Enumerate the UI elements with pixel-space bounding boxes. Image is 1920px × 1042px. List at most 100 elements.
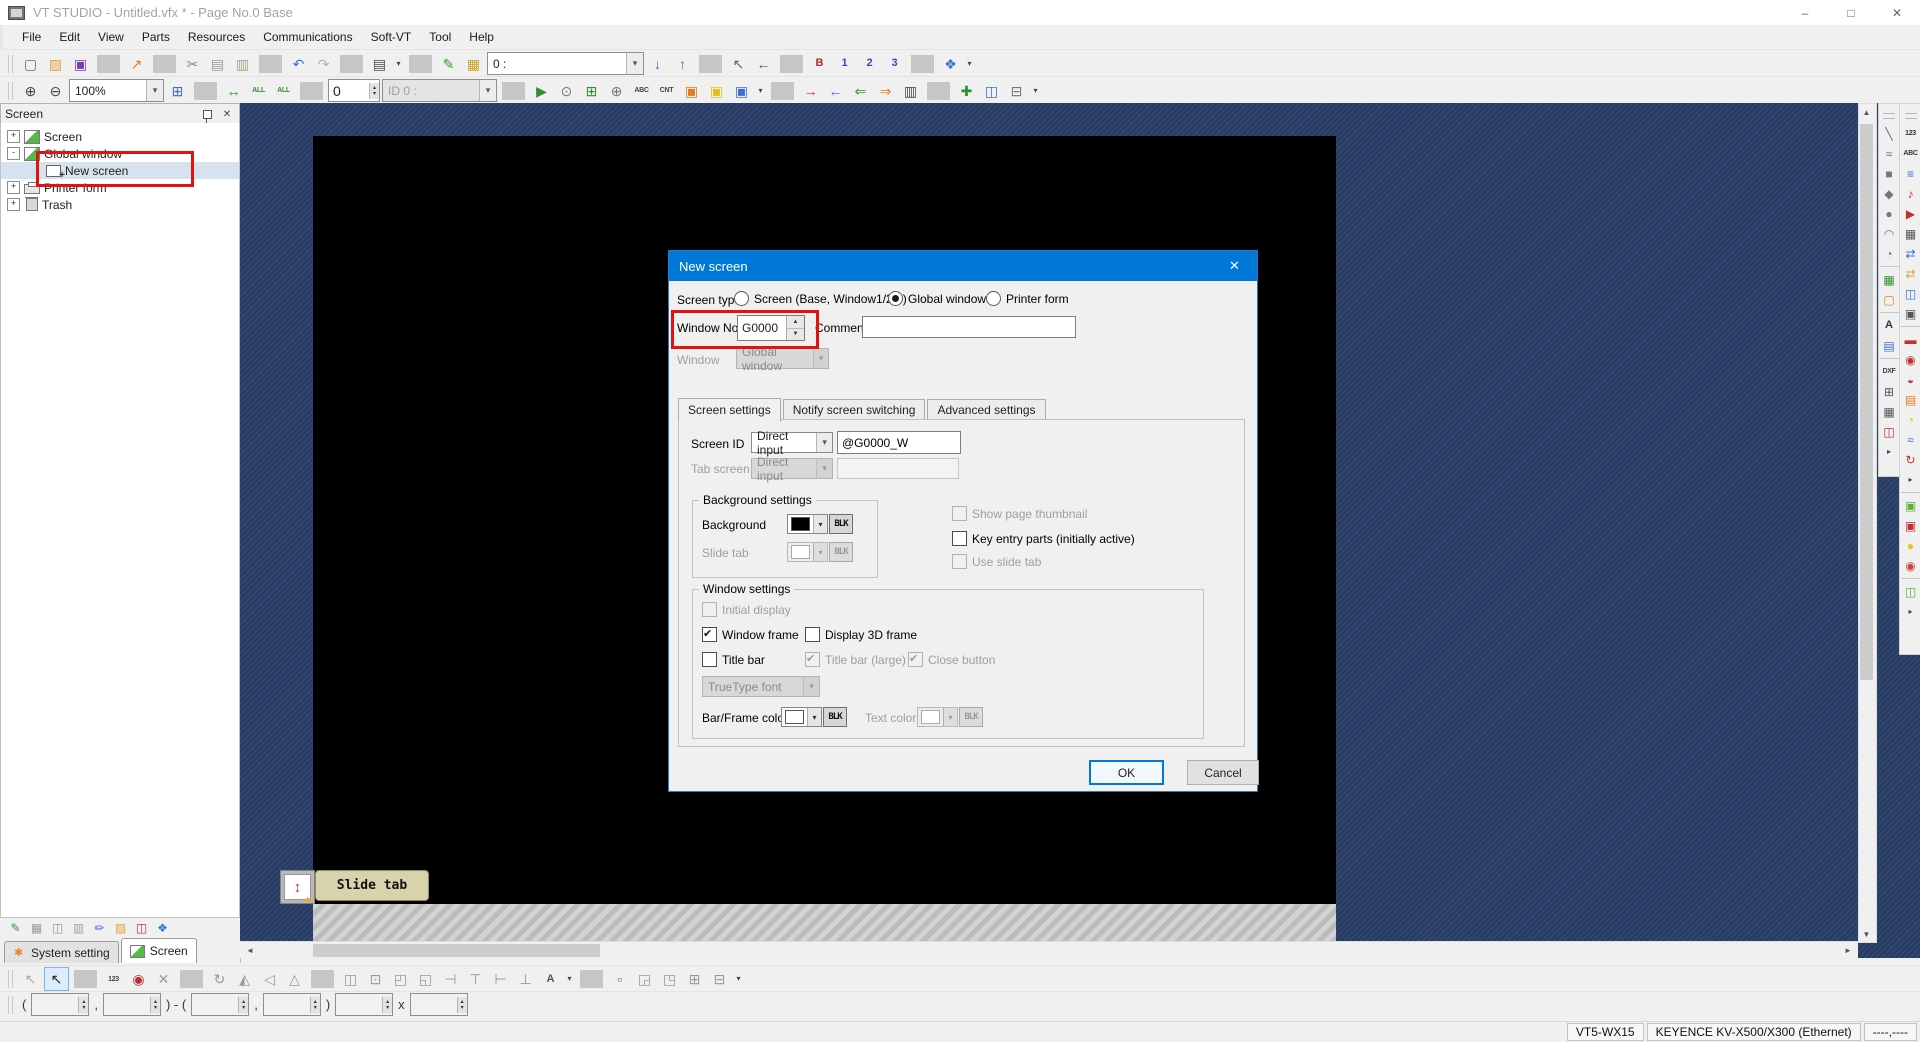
bring-to-front-icon[interactable]: ◰	[389, 968, 412, 990]
comment-display-icon[interactable]: ≡	[1901, 164, 1920, 183]
tab-screen[interactable]: Screen	[121, 938, 197, 963]
recipe-part-icon[interactable]: ⇄	[1901, 244, 1920, 263]
group-icon[interactable]: ◫	[339, 968, 362, 990]
dialog-tab-screen-settings[interactable]: Screen settings	[678, 398, 781, 422]
coord-y1-spinner[interactable]	[103, 993, 161, 1016]
expander-icon[interactable]: -	[7, 147, 20, 160]
scroll-left-icon[interactable]: ◄	[242, 943, 258, 958]
bar-frame-color-name-button[interactable]: BLK	[823, 707, 847, 727]
draw-arc-icon[interactable]: ◠	[1880, 224, 1899, 243]
device-list-icon[interactable]: ▣	[730, 80, 753, 102]
coord-y2-spinner[interactable]	[263, 993, 321, 1016]
vertical-scrollbar[interactable]: ▲ ▼	[1858, 103, 1877, 943]
parts-library-dropdown[interactable]: ▾	[964, 53, 975, 75]
vertical-scroll-thumb[interactable]	[1860, 124, 1873, 680]
dialog-tab-notify-screen-switching[interactable]: Notify screen switching	[783, 399, 926, 421]
device-id-combo[interactable]: ID 0 :	[382, 79, 497, 102]
more-draw-tools[interactable]: ▸	[1880, 442, 1899, 461]
slide-tab-widget[interactable]: ↕ Slide tab	[280, 870, 429, 904]
copy-base-icon[interactable]: B	[808, 53, 831, 75]
keyboard-icon[interactable]: ▦	[462, 53, 485, 75]
scroll-up-icon[interactable]: ▲	[1859, 104, 1874, 120]
grid-settings-dropdown[interactable]: ▾	[1030, 80, 1041, 102]
screen-copy-part-icon[interactable]: ◫	[1880, 422, 1899, 441]
checkbox-icon[interactable]	[805, 627, 820, 642]
expander-icon[interactable]: +	[7, 181, 20, 194]
table-part-icon[interactable]: ▦	[1880, 402, 1899, 421]
page-number-combo[interactable]: 0 :	[487, 52, 644, 75]
text-list-icon[interactable]: ABC	[630, 80, 653, 102]
panel-close-icon[interactable]: ✕	[219, 107, 235, 121]
coord-x1-spinner[interactable]	[31, 993, 89, 1016]
window-no-spinner[interactable]: G0000 ▲▼	[737, 315, 805, 341]
dial-part-icon[interactable]: ◉	[1901, 350, 1920, 369]
select-area-icon[interactable]: ▫	[608, 968, 631, 990]
screen-id-input[interactable]	[837, 431, 961, 454]
add-window-icon[interactable]: ✚	[955, 80, 978, 102]
pin-icon[interactable]	[199, 107, 215, 121]
spinner-arrows[interactable]: ▲▼	[786, 316, 804, 340]
paste-icon[interactable]: ▥	[231, 53, 254, 75]
delete-part-icon[interactable]: ✕	[152, 968, 175, 990]
text-part-icon[interactable]: A	[1880, 316, 1899, 335]
close-button[interactable]: ✕	[1874, 0, 1920, 25]
simulator-icon[interactable]: ▥	[899, 80, 922, 102]
draw-rect-icon[interactable]: ■	[1880, 164, 1899, 183]
save-icon[interactable]: ▣	[69, 53, 92, 75]
print-options-dropdown[interactable]: ▾	[393, 53, 404, 75]
zoom-out-icon[interactable]: ⊖	[44, 80, 67, 102]
horizontal-scrollbar[interactable]: ◄ ►	[240, 941, 1858, 958]
meter-part-icon[interactable]: ◒	[1901, 370, 1920, 389]
dxf-import-icon[interactable]: DXF	[1880, 362, 1899, 381]
align-bottom-icon[interactable]: ⊥	[514, 968, 537, 990]
open-file-icon[interactable]: ▨	[44, 53, 67, 75]
tree-item-global-window[interactable]: - Global window	[1, 145, 239, 162]
image-part-icon[interactable]: ▦	[1880, 270, 1899, 289]
anchor-point-icon[interactable]: ◉	[127, 968, 150, 990]
checkbox-icon[interactable]	[952, 531, 967, 546]
draw-polyline-icon[interactable]: ≈	[1880, 144, 1899, 163]
loop-part-icon[interactable]: ↻	[1901, 450, 1920, 469]
numeric-display-icon[interactable]: 123	[1901, 124, 1920, 143]
buzzer-part-icon[interactable]: ♪	[1901, 184, 1920, 203]
dialog-tab-advanced-settings[interactable]: Advanced settings	[927, 399, 1045, 421]
device-list-dropdown[interactable]: ▾	[755, 80, 766, 102]
snap-spacing-icon[interactable]: ↔	[222, 80, 245, 102]
menu-item[interactable]: View	[89, 27, 133, 47]
background-color-name-button[interactable]: BLK	[829, 514, 853, 534]
layer-spinner[interactable]: 0	[328, 79, 380, 102]
menu-item[interactable]: File	[13, 27, 50, 47]
draw-line-icon[interactable]: ╲	[1880, 124, 1899, 143]
arrange-dropdown[interactable]: ▾	[733, 968, 744, 990]
select-cursor-icon[interactable]: ↖	[44, 967, 69, 991]
window-frame-checkbox[interactable]: Window frame	[702, 627, 799, 642]
paste-small-icon[interactable]: ▥	[69, 919, 88, 937]
dialog-close-icon[interactable]: ✕	[1212, 251, 1257, 281]
fit-width-icon[interactable]: ⊞	[683, 968, 706, 990]
fit-height-icon[interactable]: ⊟	[708, 968, 731, 990]
overlap-parts-icon[interactable]: ◫	[1901, 582, 1920, 601]
radio-printer-form[interactable]: Printer form	[986, 291, 1069, 306]
preview-screen-icon[interactable]: ▶	[530, 80, 553, 102]
copy-window3-icon[interactable]: 3	[883, 53, 906, 75]
menu-item[interactable]: Parts	[133, 27, 179, 47]
scroll-right-icon[interactable]: ►	[1840, 943, 1856, 958]
rotate-icon[interactable]: ↻	[208, 968, 231, 990]
tree-item-printer-form[interactable]: + Printer form	[1, 179, 239, 196]
lamp-part-icon[interactable]: ●	[1901, 536, 1920, 555]
scroll-down-icon[interactable]: ▼	[1859, 926, 1874, 942]
grid-settings-icon[interactable]: ⊟	[1005, 80, 1028, 102]
draw-ellipse-icon[interactable]: ●	[1880, 204, 1899, 223]
ok-button[interactable]: OK	[1089, 760, 1164, 785]
menu-item[interactable]: Tool	[420, 27, 460, 47]
grid-view-icon[interactable]: ⊞	[580, 80, 603, 102]
pie-graph-part-icon[interactable]: ◔	[1901, 410, 1920, 429]
transfer-from-vt-icon[interactable]: ←	[824, 80, 847, 102]
flip-vertical-icon[interactable]: ◁	[258, 968, 281, 990]
grid-part-icon[interactable]: ⊞	[1880, 382, 1899, 401]
horizontal-scroll-thumb[interactable]	[313, 944, 600, 957]
tree-item-screen[interactable]: + Screen	[1, 128, 239, 145]
menu-item[interactable]: Edit	[50, 27, 89, 47]
more-parts-row2[interactable]: ▸	[1901, 602, 1920, 621]
memo-part-icon[interactable]: ▤	[1880, 336, 1899, 355]
